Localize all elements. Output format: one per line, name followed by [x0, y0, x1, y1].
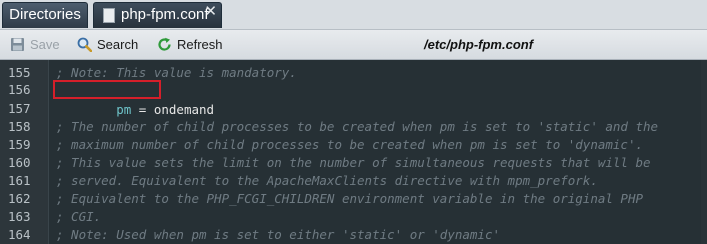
- refresh-button[interactable]: Refresh: [157, 30, 227, 59]
- toolbar: Save Search Refresh /etc/php-fpm.conf: [0, 30, 707, 60]
- code-line: ; This value sets the limit on the numbe…: [56, 155, 651, 170]
- line-number: 163: [8, 209, 31, 224]
- tab-directories[interactable]: Directories: [2, 2, 88, 28]
- search-icon: [77, 37, 92, 52]
- line-number: 157: [8, 101, 31, 116]
- tab-php-fpm-conf-label: php-fpm.conf: [121, 6, 209, 23]
- line-number: 162: [8, 191, 31, 206]
- tab-bar: Directories php-fpm.conf ✕: [0, 0, 707, 30]
- code-line: ; Equivalent to the PHP_FCGI_CHILDREN en…: [56, 191, 643, 206]
- editor-window: Directories php-fpm.conf ✕ Save Search R…: [0, 0, 707, 244]
- tab-directories-label: Directories: [9, 6, 81, 23]
- line-number-gutter: 155 156 157 158 159 160 161 162 163 164: [0, 60, 49, 244]
- line-number: 164: [8, 227, 31, 242]
- tab-php-fpm-conf[interactable]: php-fpm.conf ✕: [93, 2, 222, 28]
- code-line: ; served. Equivalent to the ApacheMaxCli…: [56, 173, 598, 188]
- close-icon[interactable]: ✕: [204, 0, 217, 24]
- line-number: 160: [8, 155, 31, 170]
- file-path-label: /etc/php-fpm.conf: [424, 37, 534, 52]
- file-icon: [103, 8, 115, 23]
- config-value: ondemand: [153, 102, 215, 117]
- vertical-scrollbar[interactable]: [701, 60, 707, 244]
- line-number: 161: [8, 173, 31, 188]
- highlight-box: [53, 80, 161, 99]
- search-label: Search: [97, 37, 139, 52]
- code-editor[interactable]: 155 156 157 158 159 160 161 162 163 164 …: [0, 60, 707, 244]
- code-line: ; maximum number of child processes to b…: [56, 137, 643, 152]
- save-label: Save: [30, 37, 60, 52]
- code-line: ; Note: Used when pm is set to either 's…: [56, 227, 501, 242]
- config-operator: =: [131, 102, 154, 117]
- line-number: 159: [8, 137, 31, 152]
- line-number: 158: [8, 119, 31, 134]
- code-line-highlighted: pm = ondemand: [53, 80, 214, 117]
- code-line: ; CGI.: [56, 209, 102, 224]
- save-icon: [11, 38, 24, 51]
- code-line: ; The number of child processes to be cr…: [56, 119, 659, 134]
- search-button[interactable]: Search: [77, 30, 141, 59]
- config-key: pm: [116, 102, 132, 117]
- refresh-icon: [158, 37, 171, 51]
- refresh-label: Refresh: [177, 37, 223, 52]
- code-area[interactable]: ; Note: This value is mandatory. pm = on…: [53, 60, 701, 244]
- save-button[interactable]: Save: [10, 30, 60, 59]
- line-number: 156: [8, 82, 31, 97]
